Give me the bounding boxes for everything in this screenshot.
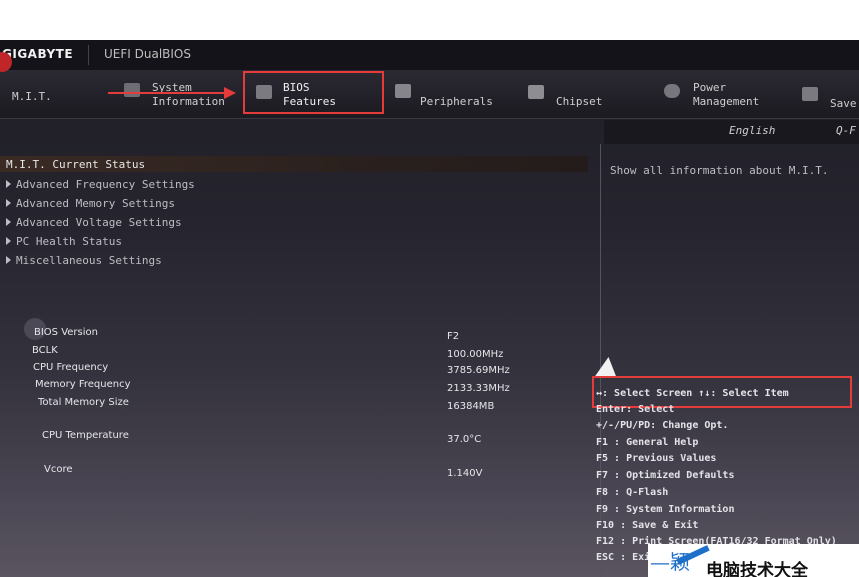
annotation-arrow-head-icon [224,87,236,99]
brand-bar: GIGABYTE UEFI DualBIOS [0,40,859,70]
menu-item-pc-health[interactable]: PC Health Status [6,235,122,248]
key-help-line: Enter: Select [596,404,675,415]
save-icon [802,87,818,101]
expand-arrow-icon [6,256,11,264]
watermark-text-1: —颖 [650,550,690,574]
key-help-line: F1 : General Help [596,437,699,448]
tab-power-label-1: Power [693,81,727,94]
tab-power-label-2: Management [693,95,760,108]
info-label: CPU Temperature [42,430,129,441]
key-help-line: F8 : Q-Flash [596,487,669,498]
key-help-line: F5 : Previous Values [596,453,717,464]
chipset-icon [528,85,544,99]
watermark-text-2: 电脑技术大全 [706,561,808,577]
info-value: 100.00MHz [447,349,504,360]
dualbios-label: UEFI DualBIOS [104,47,191,61]
key-help-line: F9 : System Information [596,504,735,515]
menu-item-advanced-memory[interactable]: Advanced Memory Settings [6,197,175,210]
expand-arrow-icon [6,199,11,207]
info-label: Total Memory Size [38,397,129,408]
key-help-line: ↔: Select Screen ↑↓: Select Item [596,388,789,399]
qflash-button[interactable]: Q-F [836,124,856,137]
tab-power-management[interactable]: Power Management [693,81,759,109]
info-label: BIOS Version [34,327,98,338]
brand-logo: GIGABYTE [2,47,74,61]
menu-item-label: M.I.T. Current Status [6,158,146,171]
info-value: 1.140V [447,468,483,479]
info-label: Memory Frequency [35,379,131,390]
expand-arrow-icon [6,237,11,245]
key-help-line: F10 : Save & Exit [596,520,699,531]
menu-item-mit-current-status[interactable]: M.I.T. Current Status [6,158,145,171]
menu-item-label: PC Health Status [16,235,122,248]
expand-arrow-icon [6,218,11,226]
menu-item-advanced-voltage[interactable]: Advanced Voltage Settings [6,216,182,229]
menu-item-miscellaneous[interactable]: Miscellaneous Settings [6,254,162,267]
info-value: 3785.69MHz [447,365,510,376]
tab-peripherals[interactable]: Peripherals [420,95,493,109]
system-info-icon [124,83,140,97]
menu-item-label: Advanced Frequency Settings [16,178,195,191]
tab-system-information[interactable]: System Information [152,81,225,109]
tab-peripherals-label: Peripherals [420,95,493,108]
site-watermark: —颖 电脑技术大全 [648,544,859,577]
tab-chipset[interactable]: Chipset [556,95,602,109]
tab-save[interactable]: Save [830,97,857,111]
info-label: BCLK [32,345,58,356]
tab-mit-label: M.I.T. [12,90,52,103]
info-value: 37.0°C [447,434,482,445]
info-value: 16384MB [447,401,495,412]
menu-item-label: Advanced Memory Settings [16,197,175,210]
help-description: Show all information about M.I.T. [610,164,829,177]
expand-arrow-icon [6,180,11,188]
key-help-line: F7 : Optimized Defaults [596,470,735,481]
tab-mit[interactable]: M.I.T. [12,90,52,104]
key-help-line: +/-/PU/PD: Change Opt. [596,420,729,431]
annotation-arrow-line [108,92,226,94]
bios-features-highlight-box [243,71,384,114]
peripherals-icon [395,84,411,98]
tab-system-label-2: Information [152,95,225,108]
info-value: F2 [447,331,460,342]
tab-save-label: Save [830,97,857,110]
info-label: CPU Frequency [33,362,109,373]
menu-item-label: Advanced Voltage Settings [16,216,182,229]
info-label: Vcore [44,464,73,475]
power-icon [664,84,680,98]
language-button[interactable]: English [729,124,775,137]
info-value: 2133.33MHz [447,383,510,394]
tab-chipset-label: Chipset [556,95,603,108]
menu-item-label: Miscellaneous Settings [16,254,162,267]
bios-screen: GIGABYTE UEFI DualBIOS M.I.T. System Inf… [0,40,859,577]
brand-divider [88,45,89,65]
menu-item-advanced-frequency[interactable]: Advanced Frequency Settings [6,178,195,191]
